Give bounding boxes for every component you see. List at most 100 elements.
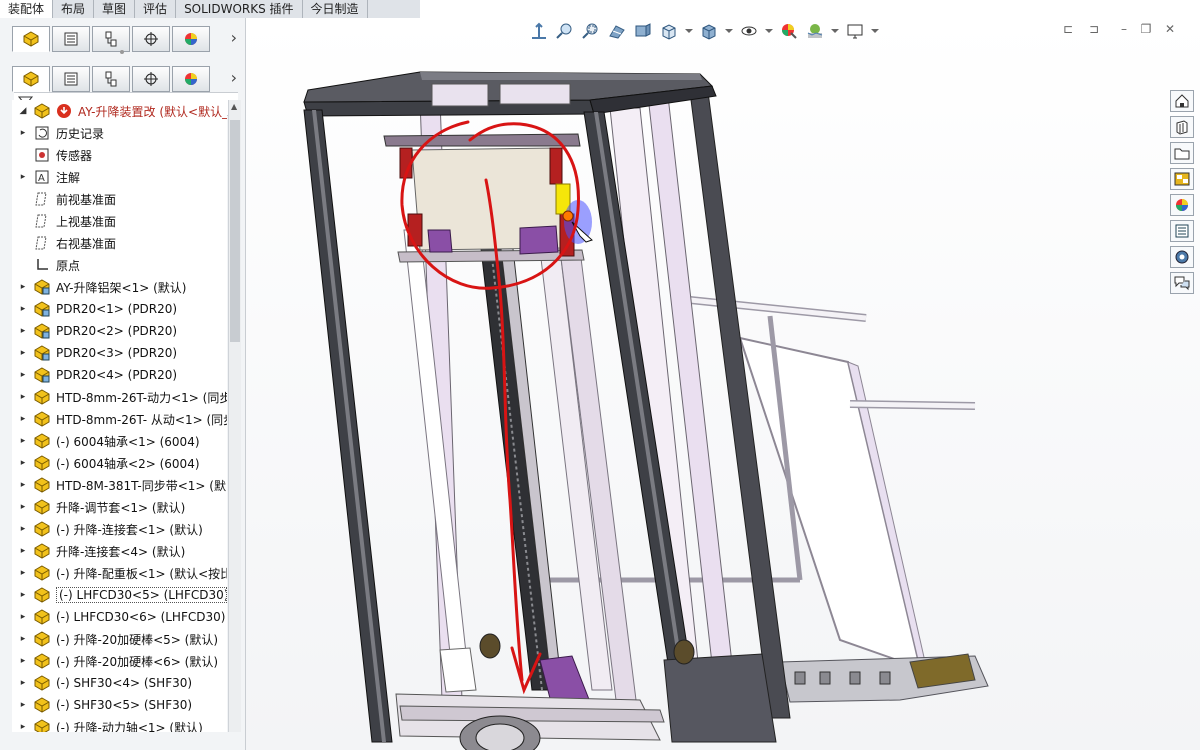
expand-arrow-icon[interactable]: ▸ (12, 590, 34, 600)
expand-arrow-icon[interactable]: ▸ (12, 656, 34, 666)
tree-item[interactable]: ▸ (-) 6004轴承<2> (6004) (12, 452, 227, 474)
expand-arrow-icon[interactable]: ▸ (12, 348, 34, 358)
collapse-arrow-icon[interactable]: ◢ (12, 106, 34, 116)
expand-arrow-icon[interactable]: ▸ (12, 436, 34, 446)
expand-arrow-icon[interactable]: ▸ (12, 458, 34, 468)
tab-sketch[interactable]: 草图 (94, 0, 136, 18)
tree-item[interactable]: 原点 (12, 254, 227, 276)
tab-evaluate[interactable]: 评估 (135, 0, 177, 18)
tree-item[interactable]: ▸ (-) 升降-20加硬棒<6> (默认) (12, 650, 227, 672)
tree-item[interactable]: ▸ 历史记录 (12, 122, 227, 144)
plane-icon (35, 214, 47, 228)
expand-arrow-icon[interactable]: ▸ (12, 172, 34, 182)
tree-item[interactable]: ▸ HTD-8mm-26T-动力<1> (同步 (12, 386, 227, 408)
tree-item[interactable]: ▸ (-) 6004轴承<1> (6004) (12, 430, 227, 452)
view-palette-icon[interactable] (1170, 168, 1194, 190)
tab-today-manufacturing[interactable]: 今日制造 (303, 0, 368, 18)
graphics-area[interactable]: ⊏ ⊐ – ❐ ✕ (246, 18, 1200, 750)
solidworks-resources-icon[interactable] (1170, 246, 1194, 268)
tree-item-label: HTD-8M-381T-同步带<1> (默 (56, 478, 226, 493)
tree-item[interactable]: ▸ PDR20<1> (PDR20) (12, 298, 227, 320)
part-icon (34, 719, 50, 732)
tree-item[interactable]: 前视基准面 (12, 188, 227, 210)
tree-item[interactable]: ▸ PDR20<2> (PDR20) (12, 320, 227, 342)
expand-arrow-icon[interactable]: ▸ (12, 700, 34, 710)
expand-arrow-icon[interactable]: ▸ (12, 282, 34, 292)
tree-item-label: (-) 6004轴承<2> (6004) (56, 456, 200, 471)
tree-item[interactable]: 传感器 (12, 144, 227, 166)
tree-item[interactable]: 右视基准面 (12, 232, 227, 254)
tree-item[interactable]: ▸ (-) 升降-配重板<1> (默认<按比 (12, 562, 227, 584)
tree-item[interactable]: ▸ (-) 升降-动力轴<1> (默认) (12, 716, 227, 732)
model-viewport[interactable] (246, 18, 1200, 750)
chevron-right-icon[interactable]: › (231, 68, 237, 87)
feature-manager-icon[interactable] (12, 66, 50, 92)
home-icon[interactable] (1170, 90, 1194, 112)
tree-item[interactable]: ▸ HTD-8M-381T-同步带<1> (默 (12, 474, 227, 496)
tree-item[interactable]: ▸ (-) LHFCD30<6> (LHFCD30) (12, 606, 227, 628)
forum-icon[interactable] (1170, 272, 1194, 294)
scroll-up-arrow-icon[interactable]: ▲ (231, 102, 237, 111)
expand-arrow-icon[interactable]: ▸ (12, 524, 34, 534)
dimxpert-icon[interactable] (132, 66, 170, 92)
part-icon (34, 433, 50, 449)
tab-assembly[interactable]: 装配体 (0, 0, 54, 18)
expand-arrow-icon[interactable]: ▸ (12, 392, 34, 402)
scrollbar-thumb[interactable] (230, 120, 240, 342)
tree-item[interactable]: ▸ HTD-8mm-26T- 从动<1> (同步 (12, 408, 227, 430)
tree-item[interactable]: ▸ (-) LHFCD30<5> (LHFCD30) (12, 584, 227, 606)
expand-arrow-icon[interactable]: ▸ (12, 502, 34, 512)
tree-item[interactable]: ▸ 升降-调节套<1> (默认) (12, 496, 227, 518)
dimxpert-icon[interactable] (132, 26, 170, 52)
rebuild-warning-icon (57, 104, 71, 118)
tab-layout[interactable]: 布局 (53, 0, 95, 18)
tab-solidworks-addins[interactable]: SOLIDWORKS 插件 (176, 0, 303, 18)
tree-item[interactable]: ▸ PDR20<3> (PDR20) (12, 342, 227, 364)
configuration-manager-icon[interactable] (92, 66, 130, 92)
expand-arrow-icon[interactable]: ▸ (12, 568, 34, 578)
tree-item[interactable]: ▸ (-) 升降-连接套<1> (默认) (12, 518, 227, 540)
chevron-right-icon[interactable]: › (231, 28, 237, 47)
property-manager-icon[interactable] (52, 26, 90, 52)
assembly-icon (34, 103, 50, 119)
file-explorer-icon[interactable] (1170, 142, 1194, 164)
tree-root[interactable]: ◢ AY-升降装置改 (默认<默认_显 (12, 100, 227, 122)
expand-arrow-icon[interactable]: ▸ (12, 370, 34, 380)
feature-manager-icon[interactable] (12, 26, 50, 52)
tree-item-label: 上视基准面 (56, 214, 117, 229)
expand-arrow-icon[interactable]: ▸ (12, 722, 34, 732)
tree-item-label: (-) 6004轴承<1> (6004) (56, 434, 200, 449)
part-icon (34, 697, 50, 713)
configuration-manager-icon[interactable] (92, 26, 130, 52)
expand-arrow-icon[interactable]: ▸ (12, 304, 34, 314)
custom-properties-icon[interactable] (1170, 220, 1194, 242)
tree-item[interactable]: ▸ (-) SHF30<5> (SHF30) (12, 694, 227, 716)
tree-item[interactable]: ▸ (-) SHF30<4> (SHF30) (12, 672, 227, 694)
tree-scrollbar[interactable]: ▲ (228, 100, 241, 732)
tree-item[interactable]: ▸ PDR20<4> (PDR20) (12, 364, 227, 386)
expand-arrow-icon[interactable]: ▸ (12, 634, 34, 644)
expand-arrow-icon[interactable]: ▸ (12, 678, 34, 688)
tree-item[interactable]: 上视基准面 (12, 210, 227, 232)
appearances-icon[interactable] (1170, 194, 1194, 216)
tree-item[interactable]: ▸ A 注解 (12, 166, 227, 188)
expand-arrow-icon[interactable]: ▸ (12, 480, 34, 490)
expand-arrow-icon[interactable]: ▸ (12, 546, 34, 556)
svg-text:A: A (38, 173, 45, 184)
expand-arrow-icon[interactable]: ▸ (12, 612, 34, 622)
tree-item-label: 原点 (56, 258, 81, 273)
splitter-handle[interactable] (120, 50, 124, 54)
tree-item[interactable]: ▸ 升降-连接套<4> (默认) (12, 540, 227, 562)
part-icon (34, 565, 50, 581)
display-manager-icon[interactable] (172, 26, 210, 52)
subassembly-icon (34, 301, 50, 317)
tree-item[interactable]: ▸ (-) 升降-20加硬棒<5> (默认) (12, 628, 227, 650)
expand-arrow-icon[interactable]: ▸ (12, 128, 34, 138)
subassembly-icon (34, 279, 50, 295)
property-manager-icon[interactable] (52, 66, 90, 92)
tree-item[interactable]: ▸ AY-升降铝架<1> (默认) (12, 276, 227, 298)
expand-arrow-icon[interactable]: ▸ (12, 326, 34, 336)
display-manager-icon[interactable] (172, 66, 210, 92)
expand-arrow-icon[interactable]: ▸ (12, 414, 34, 424)
design-library-icon[interactable] (1170, 116, 1194, 138)
